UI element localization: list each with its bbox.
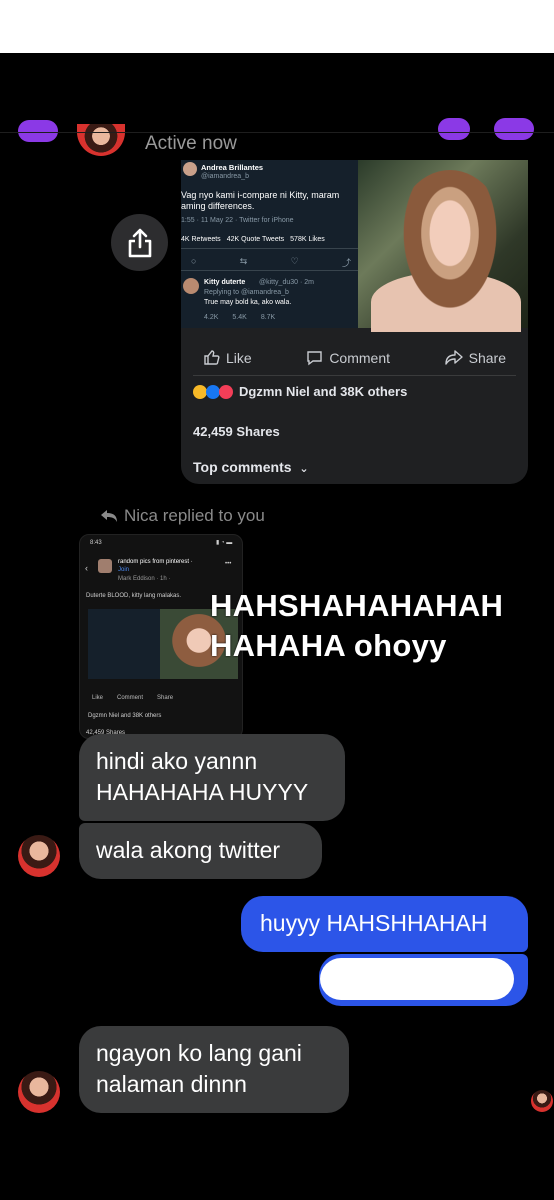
message-text: huyyy HAHSHHAHAH	[260, 910, 488, 936]
thumb-status-icons: ▮ ◔ ▬	[216, 540, 233, 546]
message-line-1: ngayon ko lang gani	[96, 1040, 302, 1066]
like-reaction-icon	[206, 384, 220, 399]
reply-stats: 4.2K 5.4K 8.7K	[204, 314, 275, 321]
message-bubble-incoming[interactable]: wala akong twitter	[79, 823, 322, 879]
tweet-quotes: 42K Quote Tweets	[226, 236, 285, 243]
retweet-icon: ⇆	[239, 256, 248, 266]
thumb-group-avatar	[98, 559, 112, 573]
message-line-2: HAHAHAHA HUYYY	[96, 779, 309, 805]
tweet-divider-2	[181, 270, 358, 271]
reply-replies: 4.2K	[204, 314, 219, 321]
reaction-summary[interactable]: Dgzmn Niel and 38K others	[193, 384, 407, 399]
thumb-poster: Mark Eddison · 1h ·	[118, 576, 171, 582]
reply-indicator-text: Nica replied to you	[124, 506, 265, 525]
reaction-text: Dgzmn Niel and 38K others	[239, 384, 408, 399]
top-comments-dropdown[interactable]: Top comments ⌄	[193, 459, 309, 475]
comment-icon	[307, 351, 323, 366]
heart-icon: ♡	[290, 256, 299, 266]
tweet-author: Andrea Brillantes	[201, 163, 264, 172]
post-action-bar: Like Comment Share	[193, 340, 516, 376]
reply-retweets: 5.4K	[232, 314, 247, 321]
top-comments-label: Top comments	[193, 459, 292, 475]
overlay-laugh-text: HAHSHAHAHAHAH HAHAHA ohoyy	[210, 586, 503, 666]
shares-count[interactable]: 42,459 Shares	[193, 424, 280, 439]
thumbs-up-icon	[204, 350, 220, 365]
like-button[interactable]: Like	[193, 349, 262, 366]
thumb-like: Like	[92, 695, 104, 701]
reply-arrow-icon	[101, 510, 117, 522]
video-call-icon[interactable]	[494, 118, 534, 140]
replying-to: Replying to @iamandrea_b	[204, 289, 289, 296]
thumb-comment: Comment	[117, 695, 144, 701]
tweet-screenshot: Andrea Brillantes @iamandrea_b Vag nyo k…	[181, 160, 358, 328]
comment-label: Comment	[329, 349, 390, 366]
message-bubble-outgoing[interactable]: huyyy HAHSHHAHAH	[241, 896, 528, 952]
tweet-retweets: 4K Retweets	[181, 236, 221, 243]
redaction-scribble	[320, 958, 514, 1000]
tweet-avatar	[183, 162, 197, 176]
call-icon[interactable]	[438, 118, 470, 140]
message-bubble-incoming[interactable]: hindi ako yannn HAHAHAHA HUYYY	[79, 734, 345, 821]
message-text: wala akong twitter	[96, 837, 281, 863]
thumb-more-icon: •••	[225, 561, 232, 567]
thumb-time: 8:43	[90, 540, 102, 546]
thumb-group-name: random pics from pinterest ·	[118, 559, 193, 565]
contact-avatar[interactable]	[77, 124, 125, 156]
share-message-button[interactable]	[111, 214, 168, 271]
thumb-actions: Like Comment Share	[92, 695, 173, 701]
header-divider	[0, 132, 554, 133]
share-icon: ⤴	[341, 258, 351, 268]
comment-button[interactable]: Comment	[296, 349, 400, 366]
haha-reaction-icon	[193, 384, 207, 399]
thumb-share: Share	[157, 695, 174, 701]
thumb-back-icon: ‹	[85, 563, 88, 573]
seen-receipt-avatar	[531, 1090, 553, 1112]
message-line-2: nalaman dinnn	[96, 1071, 247, 1097]
active-status: Active now	[145, 133, 237, 154]
love-reaction-icon	[219, 384, 233, 399]
tweet-handle: @iamandrea_b	[201, 173, 249, 180]
share-icon	[128, 228, 151, 257]
contact-avatar-small[interactable]	[18, 835, 60, 877]
tweet-divider	[181, 248, 358, 249]
contact-avatar-small[interactable]	[18, 1071, 60, 1113]
status-bar-area	[0, 0, 554, 53]
reply-likes: 8.7K	[260, 314, 276, 321]
reply-handle: @kitty_du30 · 2m	[259, 279, 314, 286]
tweet-action-icons: ○ ⇆ ♡ ⤴	[191, 256, 351, 269]
overlay-line-2: HAHAHA ohoyy	[210, 628, 447, 663]
tweet-likes: 578K Likes	[290, 236, 325, 243]
message-line-1: hindi ako yannn	[96, 748, 258, 774]
reply-indicator: Nica replied to you	[100, 506, 265, 526]
chevron-down-icon: ⌄	[299, 463, 309, 475]
like-label: Like	[226, 349, 252, 366]
thumb-reactions: Dgzmn Niel and 38K others	[88, 713, 162, 719]
reply-icon: ○	[191, 256, 197, 266]
back-button[interactable]	[18, 120, 58, 142]
reply-avatar	[183, 278, 199, 294]
tweet-stats: 4K Retweets 42K Quote Tweets 578K Likes	[181, 236, 357, 243]
share-arrow-icon	[444, 350, 463, 365]
thumb-caption: Duterte BLOOD, kitty lang malakas.	[86, 593, 182, 599]
share-button[interactable]: Share	[435, 349, 516, 366]
shared-post-card[interactable]: Andrea Brillantes @iamandrea_b Vag nyo k…	[181, 160, 528, 484]
reply-author: Kitty duterte	[204, 279, 246, 286]
overlay-line-1: HAHSHAHAHAHAH	[210, 588, 504, 623]
tweet-meta: 1:55 · 11 May 22 · Twitter for iPhone	[181, 217, 294, 224]
share-label: Share	[468, 349, 506, 366]
message-bubble-incoming[interactable]: ngayon ko lang gani nalaman dinnn	[79, 1026, 349, 1113]
thumb-join: Join	[118, 567, 130, 573]
tweet-text: Vag nyo kami i-compare ni Kitty, maram a…	[181, 190, 340, 211]
reply-text: True may bold ka, ako wala.	[204, 299, 292, 306]
post-photo-face	[391, 170, 509, 328]
